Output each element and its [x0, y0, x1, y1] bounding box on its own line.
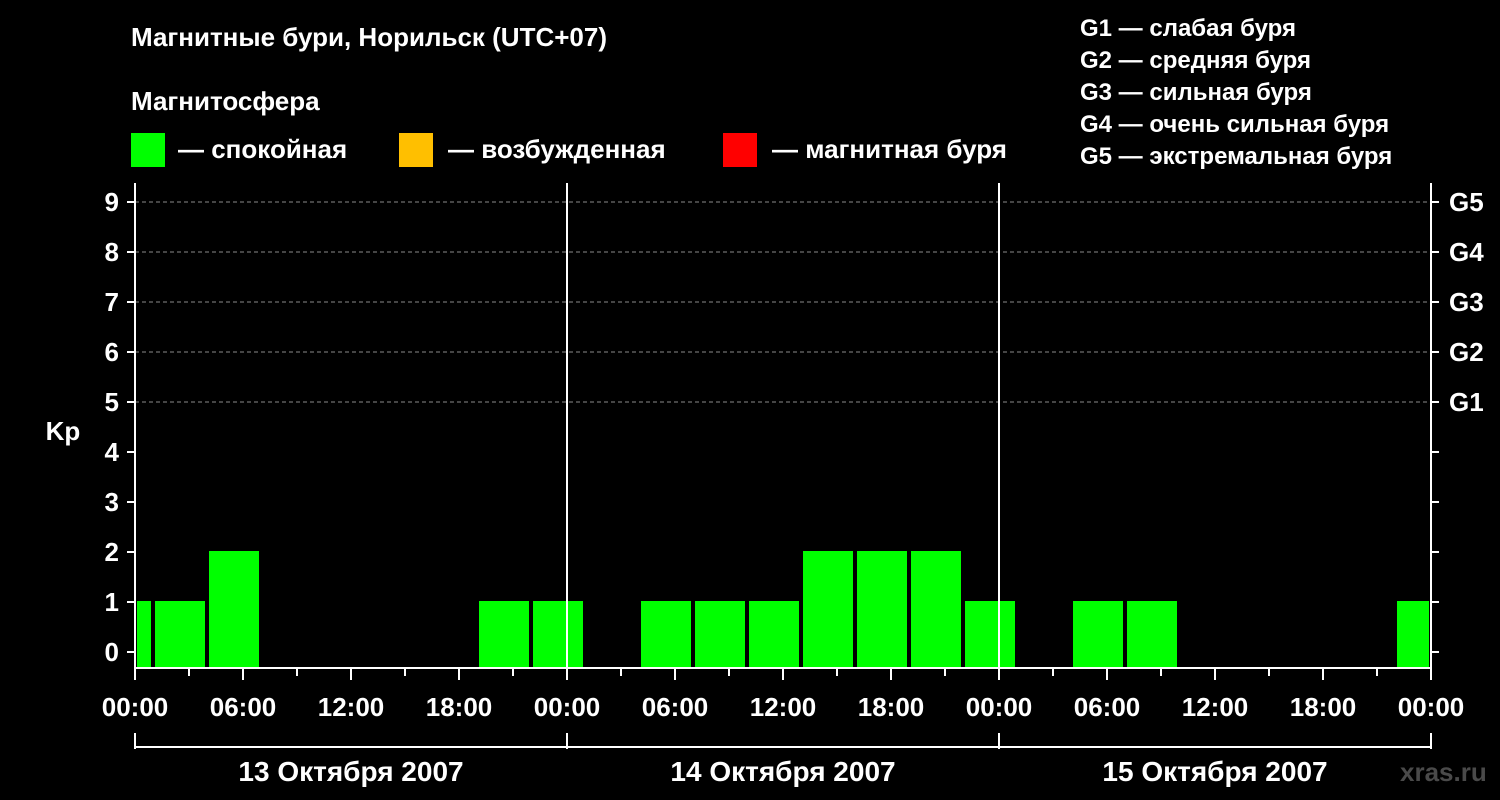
y-tick-label: 8 — [105, 237, 119, 267]
y-tick-label: 5 — [105, 387, 119, 417]
x-tick-label: 12:00 — [318, 692, 385, 722]
kp-bar — [695, 601, 745, 668]
kp-bar — [911, 551, 961, 668]
x-tick-label: 00:00 — [102, 692, 169, 722]
day-label: 15 Октября 2007 — [1102, 756, 1327, 787]
y-tick-label: 0 — [105, 637, 119, 667]
storm-level-label: G4 — [1449, 237, 1484, 267]
y-tick-label: 1 — [105, 587, 119, 617]
x-tick-label: 06:00 — [210, 692, 277, 722]
kp-bar — [641, 601, 691, 668]
y-tick-label: 7 — [105, 287, 119, 317]
storm-level-label: G3 — [1449, 287, 1484, 317]
kp-bar — [479, 601, 529, 668]
x-tick-label: 12:00 — [1182, 692, 1249, 722]
x-tick-label: 00:00 — [966, 692, 1033, 722]
y-tick-label: 9 — [105, 187, 119, 217]
y-tick-label: 2 — [105, 537, 119, 567]
x-tick-label: 06:00 — [1074, 692, 1141, 722]
storm-level-label: G2 — [1449, 337, 1484, 367]
kp-bar — [1397, 601, 1429, 668]
kp-bar — [965, 601, 1015, 668]
storm-level-label: G5 — [1449, 187, 1484, 217]
kp-bar — [533, 601, 583, 668]
y-tick-label: 6 — [105, 337, 119, 367]
kp-bar — [1127, 601, 1177, 668]
x-tick-label: 00:00 — [1398, 692, 1465, 722]
kp-bar — [803, 551, 853, 668]
x-tick-label: 12:00 — [750, 692, 817, 722]
y-axis-label: Kp — [46, 416, 81, 446]
kp-bar — [749, 601, 799, 668]
watermark: xras.ru — [1400, 757, 1487, 787]
kp-bar — [137, 601, 151, 668]
x-tick-label: 00:00 — [534, 692, 601, 722]
y-tick-label: 4 — [105, 437, 120, 467]
kp-chart: 0 1 2 3 4 5 6 7 8 9 G1 G2 G3 G4 G5 Kp 00:00 06:00 12:00 18:… — [46, 183, 1484, 787]
kp-bar — [209, 551, 259, 668]
x-tick-label: 18:00 — [426, 692, 493, 722]
day-label: 13 Октября 2007 — [238, 756, 463, 787]
y-tick-label: 3 — [105, 487, 119, 517]
x-tick-label: 18:00 — [1290, 692, 1357, 722]
day-label: 14 Октября 2007 — [670, 756, 895, 787]
x-tick-label: 06:00 — [642, 692, 709, 722]
storm-level-label: G1 — [1449, 387, 1484, 417]
kp-bar — [155, 601, 205, 668]
kp-bar — [857, 551, 907, 668]
x-tick-label: 18:00 — [858, 692, 925, 722]
kp-bar — [1073, 601, 1123, 668]
